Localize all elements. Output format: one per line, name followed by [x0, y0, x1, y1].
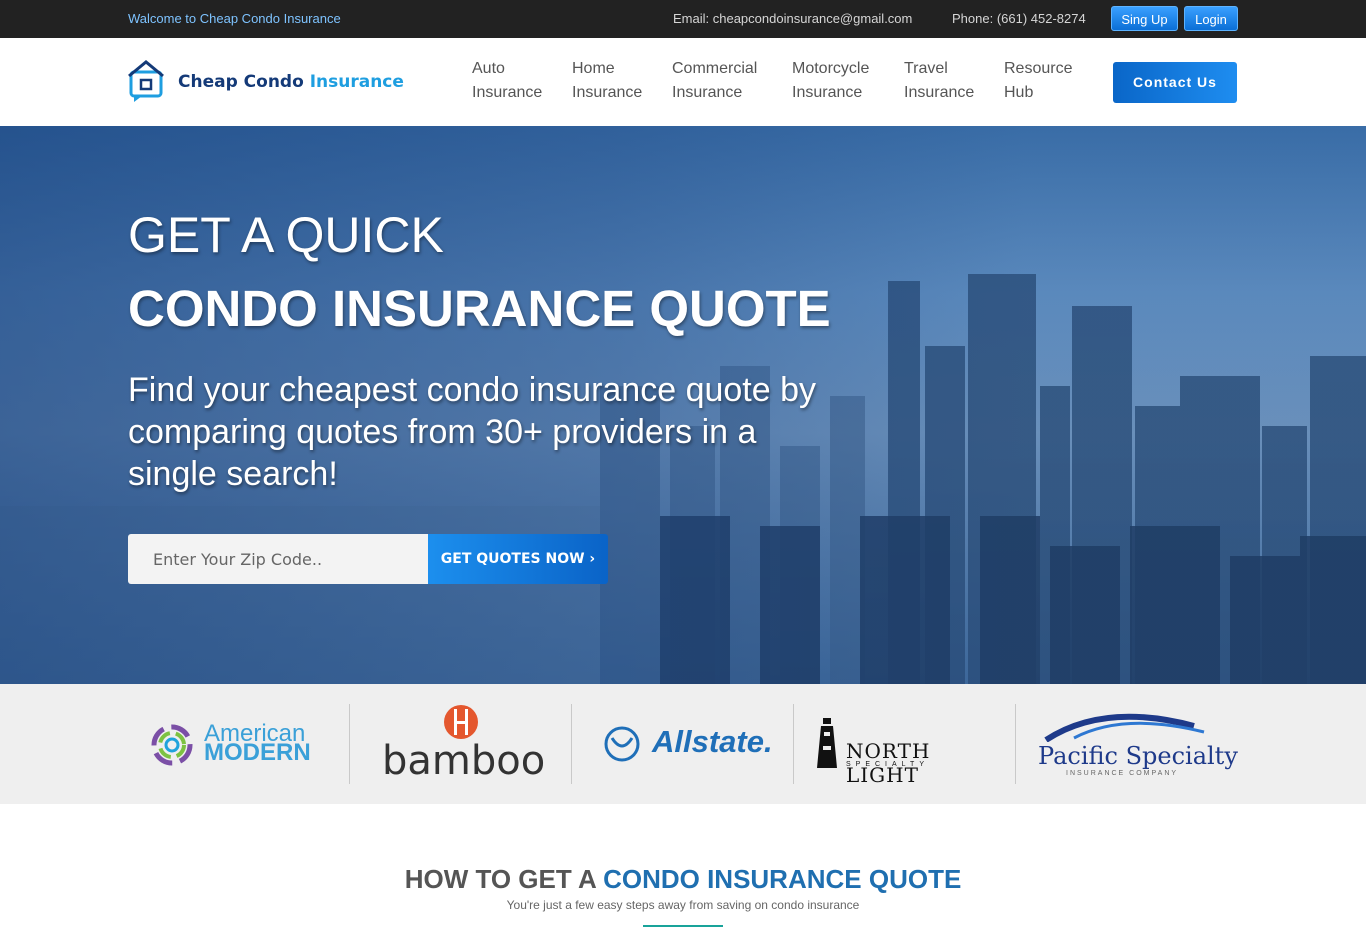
- nav-label-line1: Auto: [472, 60, 505, 77]
- nav-home-insurance[interactable]: Home Insurance: [572, 57, 642, 105]
- nav-label-line2: Insurance: [904, 84, 975, 101]
- allstate-logo: Allstate.: [596, 704, 776, 784]
- partner-divider: [571, 704, 572, 784]
- welcome-text: Walcome to Cheap Condo Insurance: [128, 11, 341, 26]
- top-bar: Walcome to Cheap Condo Insurance Email: …: [0, 0, 1366, 38]
- nav-motorcycle-insurance[interactable]: Motorcycle Insurance: [792, 57, 869, 105]
- nav-label-line1: Travel: [904, 60, 948, 77]
- site-logo[interactable]: Cheap Condo Insurance: [128, 60, 404, 104]
- american-modern-text-2: MODERN: [204, 739, 311, 766]
- nav-label-line2: Insurance: [672, 84, 743, 101]
- pacific-specialty-subtext: INSURANCE COMPANY: [1066, 770, 1179, 777]
- hero-title-line1: GET A QUICK: [128, 207, 444, 263]
- get-quotes-button[interactable]: GET QUOTES NOW ›: [428, 534, 608, 584]
- nav-label-line1: Commercial: [672, 60, 758, 77]
- north-light-subtext: SPECIALTY: [846, 761, 929, 768]
- zip-code-input[interactable]: [128, 534, 428, 584]
- hero-description: Find your cheapest condo insurance quote…: [128, 371, 817, 493]
- nav-label-line1: Motorcycle: [792, 60, 870, 77]
- bamboo-mark-icon: [444, 705, 478, 739]
- bamboo-logo: bamboo: [382, 704, 552, 784]
- nav-resource-hub[interactable]: Resource Hub: [1004, 57, 1072, 105]
- login-button[interactable]: Login: [1184, 6, 1238, 31]
- section-subtitle: You're just a few easy steps away from s…: [506, 898, 860, 912]
- american-modern-mark-icon: [151, 724, 193, 766]
- section-heading: HOW TO GET A CONDO INSURANCE QUOTE: [0, 864, 1366, 895]
- partner-divider: [1015, 704, 1016, 784]
- north-light-logo: NORTH LIGHT SPECIALTY: [814, 704, 1004, 787]
- email-text: Email: cheapcondoinsurance@gmail.com: [673, 11, 913, 26]
- phone-text: Phone: (661) 452-8274: [952, 11, 1086, 26]
- nav-label-line1: Resource: [1004, 60, 1073, 77]
- section-heading-blue: CONDO INSURANCE QUOTE: [603, 864, 962, 894]
- section-underline: [643, 925, 723, 927]
- logo-text: Cheap Condo Insurance: [178, 72, 404, 92]
- section-heading-gray: HOW TO GET A: [404, 864, 604, 894]
- wave-icon: [1044, 713, 1205, 742]
- signup-button[interactable]: Sing Up: [1111, 6, 1178, 31]
- allstate-text: Allstate.: [652, 724, 773, 759]
- nav-label-line2: Hub: [1004, 84, 1034, 101]
- partner-divider: [793, 704, 794, 784]
- contact-us-button[interactable]: Contact Us: [1113, 62, 1237, 103]
- house-chat-icon: [128, 60, 164, 102]
- nav-travel-insurance[interactable]: Travel Insurance: [904, 57, 974, 105]
- hero-section: GET A QUICK CONDO INSURANCE QUOTE Find y…: [0, 126, 1366, 684]
- american-modern-logo: American MODERN: [146, 704, 336, 784]
- nav-auto-insurance[interactable]: Auto Insurance: [472, 57, 542, 105]
- logo-text-main: Cheap Condo: [178, 72, 310, 92]
- main-header: Cheap Condo Insurance Auto Insurance Hom…: [0, 38, 1366, 126]
- partner-divider: [349, 704, 350, 784]
- pacific-specialty-logo: Pacific Specialty INSURANCE COMPANY: [1038, 704, 1238, 784]
- nav-label-line2: Insurance: [572, 84, 643, 101]
- pacific-specialty-text: Pacific Specialty: [1038, 742, 1238, 770]
- bamboo-text: bamboo: [382, 738, 546, 784]
- nav-label-line1: Home: [572, 60, 615, 77]
- nav-commercial-insurance[interactable]: Commercial Insurance: [672, 57, 757, 105]
- nav-label-line2: Insurance: [472, 84, 543, 101]
- nav-label-line2: Insurance: [792, 84, 863, 101]
- hero-title-line2: CONDO INSURANCE QUOTE: [128, 280, 831, 337]
- logo-text-accent: Insurance: [309, 72, 404, 92]
- allstate-hands-icon: [604, 726, 640, 762]
- lighthouse-icon: [817, 718, 837, 768]
- partner-logos-strip: American MODERN bamboo Allstate. NORTH L…: [0, 684, 1366, 804]
